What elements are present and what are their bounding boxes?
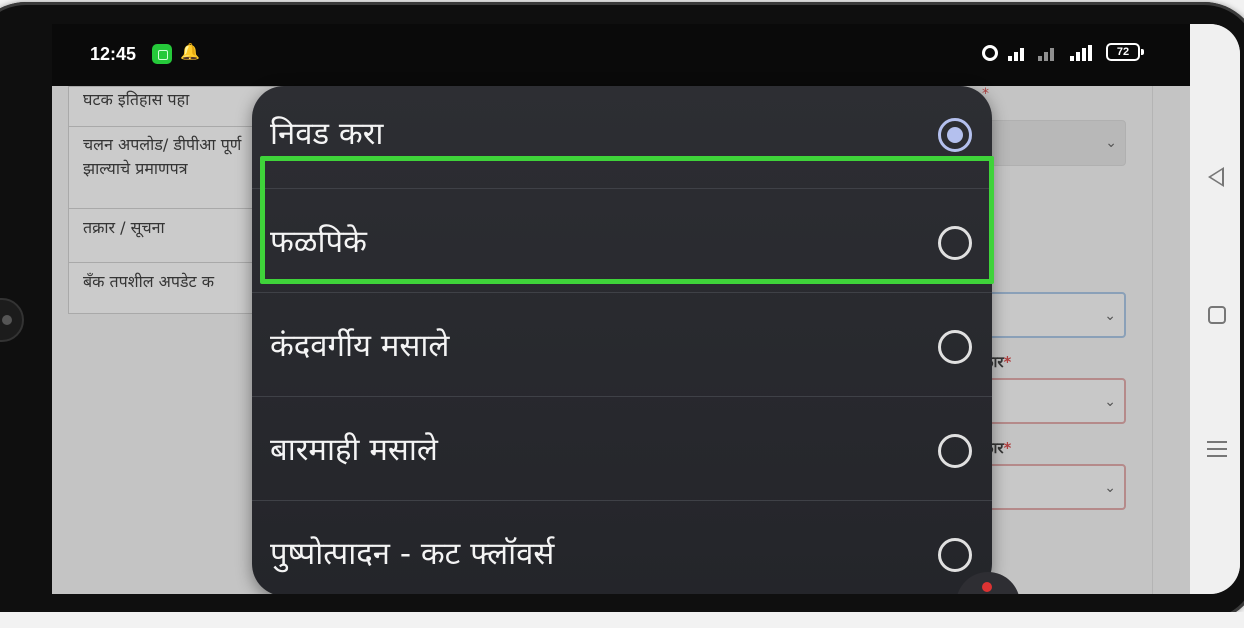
chevron-down-icon: ⌄: [1104, 394, 1116, 410]
back-icon[interactable]: [1208, 167, 1224, 187]
option-select-prompt[interactable]: निवड करा: [252, 86, 992, 190]
form-select[interactable]: ⌄: [982, 120, 1126, 166]
home-icon[interactable]: [1208, 306, 1226, 324]
bell-icon: 🔔: [180, 42, 200, 61]
signal-icon: [1070, 45, 1098, 61]
navigation-bar: [1190, 24, 1240, 594]
radio-icon[interactable]: [938, 538, 972, 572]
status-bar: 12:45 🔔 72: [52, 24, 1190, 86]
screen: 12:45 🔔 72 घटक इतिहास पहा चलन अपलोड/ डीप…: [52, 24, 1240, 594]
option-label: कंदवर्गीय मसाले: [270, 328, 450, 364]
form-select[interactable]: ⌄: [982, 292, 1126, 338]
divider: [252, 396, 992, 397]
signal-icon: [1038, 45, 1066, 61]
alarm-icon: [982, 45, 998, 61]
option-cut-flowers[interactable]: पुष्पोत्पादन - कट फ्लॉवर्स: [252, 502, 992, 594]
radio-icon[interactable]: [938, 226, 972, 260]
battery-icon: 72: [1106, 43, 1144, 61]
bottom-strip: [0, 612, 1244, 628]
option-tuber-spices[interactable]: कंदवर्गीय मसाले: [252, 294, 992, 398]
option-perennial-spices[interactable]: बारमाही मसाले: [252, 398, 992, 502]
recents-icon[interactable]: [1207, 441, 1227, 462]
app-notification-icon: [152, 44, 172, 64]
radio-selected-icon[interactable]: [938, 118, 972, 152]
radio-icon[interactable]: [938, 330, 972, 364]
divider: [252, 500, 992, 501]
option-label: फळपिके: [270, 224, 367, 260]
divider: [252, 292, 992, 293]
radio-icon[interactable]: [938, 434, 972, 468]
option-label: निवड करा: [270, 116, 384, 152]
chevron-down-icon: ⌄: [1104, 480, 1116, 496]
chevron-down-icon: ⌄: [1105, 135, 1117, 151]
chevron-down-icon: ⌄: [1104, 308, 1116, 324]
form-select[interactable]: ⌄: [982, 464, 1126, 510]
status-time: 12:45: [90, 44, 137, 64]
options-dialog: निवड करा फळपिके कंदवर्गीय मसाले बारमाही …: [252, 86, 992, 594]
option-label: पुष्पोत्पादन - कट फ्लॉवर्स: [270, 536, 555, 572]
signal-icon: [1008, 45, 1036, 61]
form-select[interactable]: ⌄: [982, 378, 1126, 424]
divider: [1152, 86, 1153, 594]
option-label: बारमाही मसाले: [270, 432, 438, 468]
option-fruit-crops[interactable]: फळपिके: [252, 190, 992, 294]
divider: [252, 188, 992, 189]
